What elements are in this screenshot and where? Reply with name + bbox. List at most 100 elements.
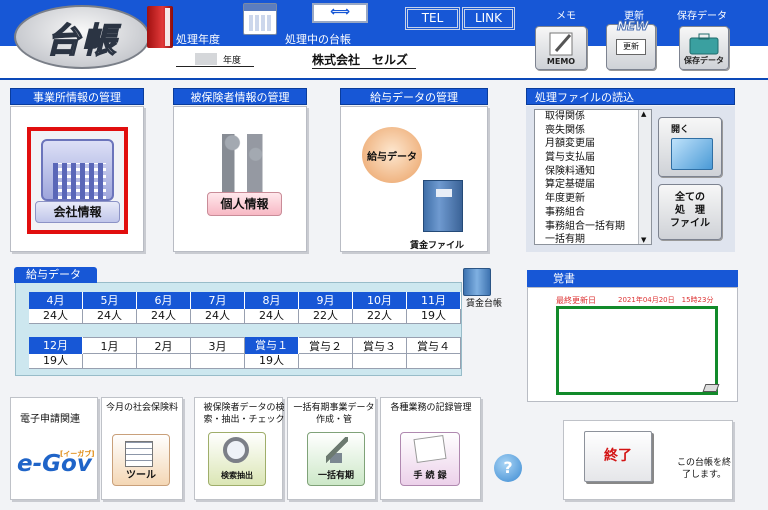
- month-11[interactable]: 11月: [407, 292, 461, 309]
- all-files-label-2: 処 理: [675, 205, 705, 216]
- wage-file-label[interactable]: 賃金ファイル: [410, 238, 464, 251]
- memo-textarea[interactable]: [556, 306, 718, 395]
- people-icon: [215, 134, 273, 192]
- bonus-4[interactable]: 賞与４: [407, 337, 461, 354]
- list-item[interactable]: 喪失関係: [535, 124, 651, 138]
- memo-button[interactable]: MEMO: [535, 26, 587, 70]
- bulk-title: 一括有期事業データ作成・管: [293, 403, 375, 425]
- memo-label: メモ: [556, 11, 576, 22]
- procedure-record-button[interactable]: 手 続 録: [400, 432, 460, 486]
- last-updated-label: 最終更新日: [556, 296, 596, 305]
- update-button[interactable]: NEW 更新: [606, 19, 656, 70]
- list-item[interactable]: 算定基礎届: [535, 178, 651, 192]
- count-4: 24人: [29, 309, 83, 324]
- update-button-label: 更新: [616, 39, 646, 55]
- list-item[interactable]: 取得関係: [535, 110, 651, 124]
- count-bonus-1: 19人: [245, 354, 299, 369]
- last-updated-value: 2021年04月20日 15時23分: [618, 296, 714, 304]
- month-10[interactable]: 10月: [353, 292, 407, 309]
- save-data-button[interactable]: 保存データ: [679, 26, 729, 70]
- magnifier-icon: [223, 437, 249, 463]
- count-3: [191, 354, 245, 369]
- switch-book-button[interactable]: ⟺: [312, 3, 368, 23]
- app-logo: 台帳: [14, 5, 150, 69]
- memo-panel-title: 覚書: [527, 270, 738, 287]
- list-item[interactable]: 月額変更届: [535, 137, 651, 151]
- egov-sub-label: [イーガブ]: [60, 450, 95, 458]
- list-item[interactable]: 年度更新: [535, 192, 651, 206]
- count-10: 22人: [353, 309, 407, 324]
- payroll-data-button[interactable]: 給与データ: [362, 127, 422, 183]
- month-3[interactable]: 3月: [191, 337, 245, 354]
- book-icon: [147, 6, 173, 48]
- briefcase-icon: [689, 33, 719, 55]
- count-9: 22人: [299, 309, 353, 324]
- eraser-icon[interactable]: [702, 384, 720, 392]
- help-button[interactable]: ?: [494, 454, 522, 482]
- count-2: [137, 354, 191, 369]
- calendar-icon[interactable]: [243, 3, 277, 35]
- exit-note: この台帳を終了します。: [676, 458, 731, 480]
- wage-ledger-label[interactable]: 賃金台帳: [466, 296, 502, 309]
- search-extract-label: 検索抽出: [221, 471, 253, 480]
- tool-button-label: ツール: [126, 470, 156, 481]
- bulk-term-button[interactable]: 一括有期: [307, 432, 365, 486]
- record-title: 各種業務の記録管理: [390, 403, 472, 413]
- month-12[interactable]: 12月: [29, 337, 83, 354]
- month-9[interactable]: 9月: [299, 292, 353, 309]
- fiscal-year-field[interactable]: 年度: [176, 52, 254, 67]
- month-header-row-2: 12月 1月 2月 3月 賞与１ 賞与２ 賞与３ 賞与４: [29, 337, 461, 354]
- open-file-button[interactable]: 開く: [658, 117, 722, 177]
- month-8[interactable]: 8月: [245, 292, 299, 309]
- file-list[interactable]: 取得関係 喪失関係 月額変更届 賞与支払届 保険料通知 算定基礎届 年度更新 事…: [534, 109, 652, 245]
- insured-panel-title: 被保険者情報の管理: [173, 88, 307, 105]
- count-1: [83, 354, 137, 369]
- list-item[interactable]: 一括有期: [535, 233, 651, 244]
- office-panel-title: 事業所情報の管理: [10, 88, 144, 105]
- file-list-scrollbar[interactable]: [638, 110, 651, 244]
- list-item[interactable]: 保険料通知: [535, 165, 651, 179]
- count-12: 19人: [29, 354, 83, 369]
- exit-button[interactable]: 終了: [584, 431, 652, 482]
- month-2[interactable]: 2月: [137, 337, 191, 354]
- wage-ledger-icon[interactable]: [463, 268, 491, 296]
- app-logo-text: 台帳: [45, 20, 118, 62]
- all-files-button[interactable]: 全ての 処 理 ファイル: [658, 184, 722, 240]
- count-bonus-4: [407, 354, 461, 369]
- open-file-label: 開く: [671, 125, 690, 135]
- document-icon: [413, 435, 447, 463]
- bulk-term-label: 一括有期: [317, 471, 354, 481]
- month-6[interactable]: 6月: [137, 292, 191, 309]
- personal-info-button[interactable]: 個人情報: [207, 130, 282, 220]
- tool-button[interactable]: ツール: [112, 434, 170, 486]
- count-8: 24人: [245, 309, 299, 324]
- company-info-button[interactable]: 会社情報: [27, 127, 128, 234]
- month-7[interactable]: 7月: [191, 292, 245, 309]
- month-header-row-1: 4月 5月 6月 7月 8月 9月 10月 11月: [29, 292, 461, 309]
- link-button[interactable]: LINK: [462, 7, 515, 30]
- folder-icon: [671, 138, 713, 170]
- building-icon: [41, 139, 114, 201]
- tel-button[interactable]: TEL: [405, 7, 460, 30]
- month-1[interactable]: 1月: [83, 337, 137, 354]
- month-4[interactable]: 4月: [29, 292, 83, 309]
- payroll-panel: [340, 106, 488, 252]
- list-item[interactable]: 事務組合一括有期: [535, 220, 651, 234]
- bonus-3[interactable]: 賞与３: [353, 337, 407, 354]
- all-files-label-1: 全ての: [675, 192, 705, 203]
- all-files-label-3: ファイル: [670, 218, 710, 229]
- new-badge: NEW: [616, 19, 649, 34]
- month-5[interactable]: 5月: [83, 292, 137, 309]
- fiscal-year-suffix: 年度: [223, 56, 242, 66]
- fiscal-year-label: 処理年度: [176, 33, 220, 46]
- list-item[interactable]: 賞与支払届: [535, 151, 651, 165]
- bonus-1[interactable]: 賞与１: [245, 337, 299, 354]
- save-data-button-label: 保存データ: [684, 56, 724, 65]
- procedure-record-label: 手 続 録: [413, 471, 447, 481]
- wage-file-icon[interactable]: [423, 180, 463, 232]
- list-item[interactable]: 事務組合: [535, 206, 651, 220]
- count-bonus-2: [299, 354, 353, 369]
- calculator-icon: [125, 441, 153, 467]
- bonus-2[interactable]: 賞与２: [299, 337, 353, 354]
- search-extract-button[interactable]: 検索抽出: [208, 432, 266, 486]
